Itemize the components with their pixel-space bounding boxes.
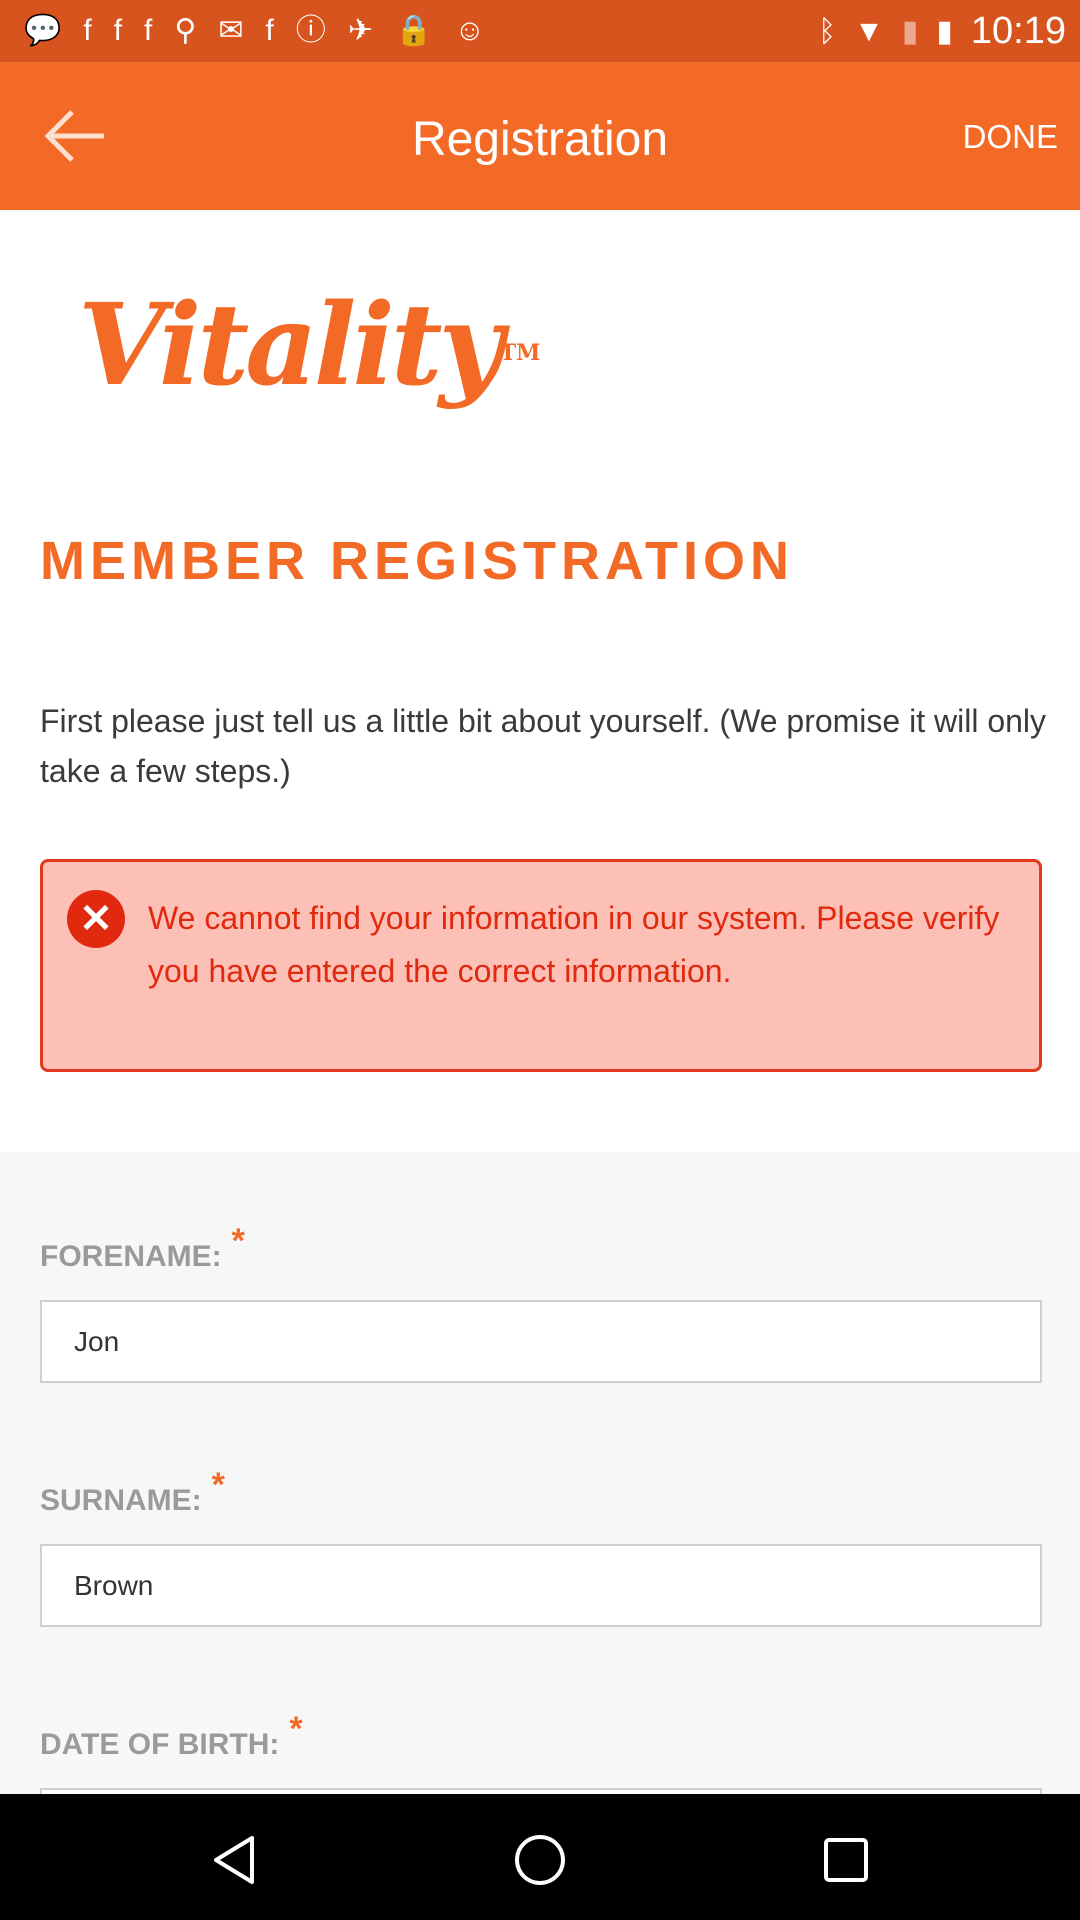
circle-home-icon [515, 1835, 565, 1885]
triangle-back-icon [214, 1836, 254, 1884]
keyhole-icon: ⚲ [174, 14, 197, 47]
done-button[interactable]: DONE [963, 118, 1058, 156]
square-recents-icon [824, 1838, 868, 1882]
logo-text: Vitality [78, 280, 504, 411]
recents-button[interactable] [818, 1832, 874, 1893]
wifi-icon: ▼ [854, 14, 884, 48]
fake-gps-icon: ✈ [347, 14, 373, 47]
required-mark: * [231, 1222, 245, 1260]
chat-icon: 💬 [24, 14, 62, 47]
forename-label-text: FORENAME: [40, 1240, 222, 1273]
mail-icon: ✉ [218, 14, 244, 47]
home-button[interactable] [512, 1832, 568, 1893]
vitality-logo: VitalityTM [78, 280, 540, 411]
bluetooth-icon: ᛒ [818, 14, 837, 48]
facebook-icon: f [265, 14, 274, 47]
back-nav-button[interactable] [206, 1832, 262, 1893]
navigation-bar [0, 1794, 1080, 1920]
surname-label: SURNAME: * [40, 1466, 225, 1519]
android-icon: ☺ [454, 14, 485, 47]
error-message: We cannot find your information in our s… [148, 900, 1000, 989]
intro-text: First please just tell us a little bit a… [40, 703, 1047, 789]
page-title: Registration [411, 113, 669, 166]
app-bar: Registration DONE [0, 62, 1080, 210]
info-icon: ⓘ [295, 14, 326, 47]
error-icon: ✕ [67, 890, 125, 948]
facebook-icon: f [144, 14, 153, 47]
clock: 10:19 [970, 10, 1066, 52]
required-mark: * [211, 1466, 225, 1504]
section-heading: MEMBER REGISTRATION [40, 531, 794, 591]
surname-input[interactable]: Brown [40, 1544, 1042, 1627]
facebook-icon: f [113, 14, 123, 47]
surname-label-text: SURNAME: [40, 1484, 202, 1517]
dob-label: DATE OF BIRTH: * [40, 1710, 303, 1763]
forename-label: FORENAME: * [40, 1222, 245, 1275]
trademark: TM [499, 340, 541, 366]
facebook-icon: f [83, 14, 92, 47]
error-alert: ✕ We cannot find your information in our… [40, 859, 1042, 1072]
forename-input[interactable]: Jon [40, 1300, 1042, 1383]
no-sim-icon: ▮ [901, 15, 919, 48]
notification-icons: 💬 f f f ⚲ ✉ f ⓘ ✈ 🔒 ☺ [24, 14, 485, 48]
lock-icon: 🔒 [395, 14, 433, 47]
required-mark: * [289, 1710, 303, 1748]
battery-charging-icon: ▮ [936, 15, 953, 48]
status-bar: 💬 f f f ⚲ ✉ f ⓘ ✈ 🔒 ☺ ᛒ ▼ ▮ ▮ 10:19 [0, 0, 1080, 62]
dob-label-text: DATE OF BIRTH: [40, 1728, 280, 1761]
